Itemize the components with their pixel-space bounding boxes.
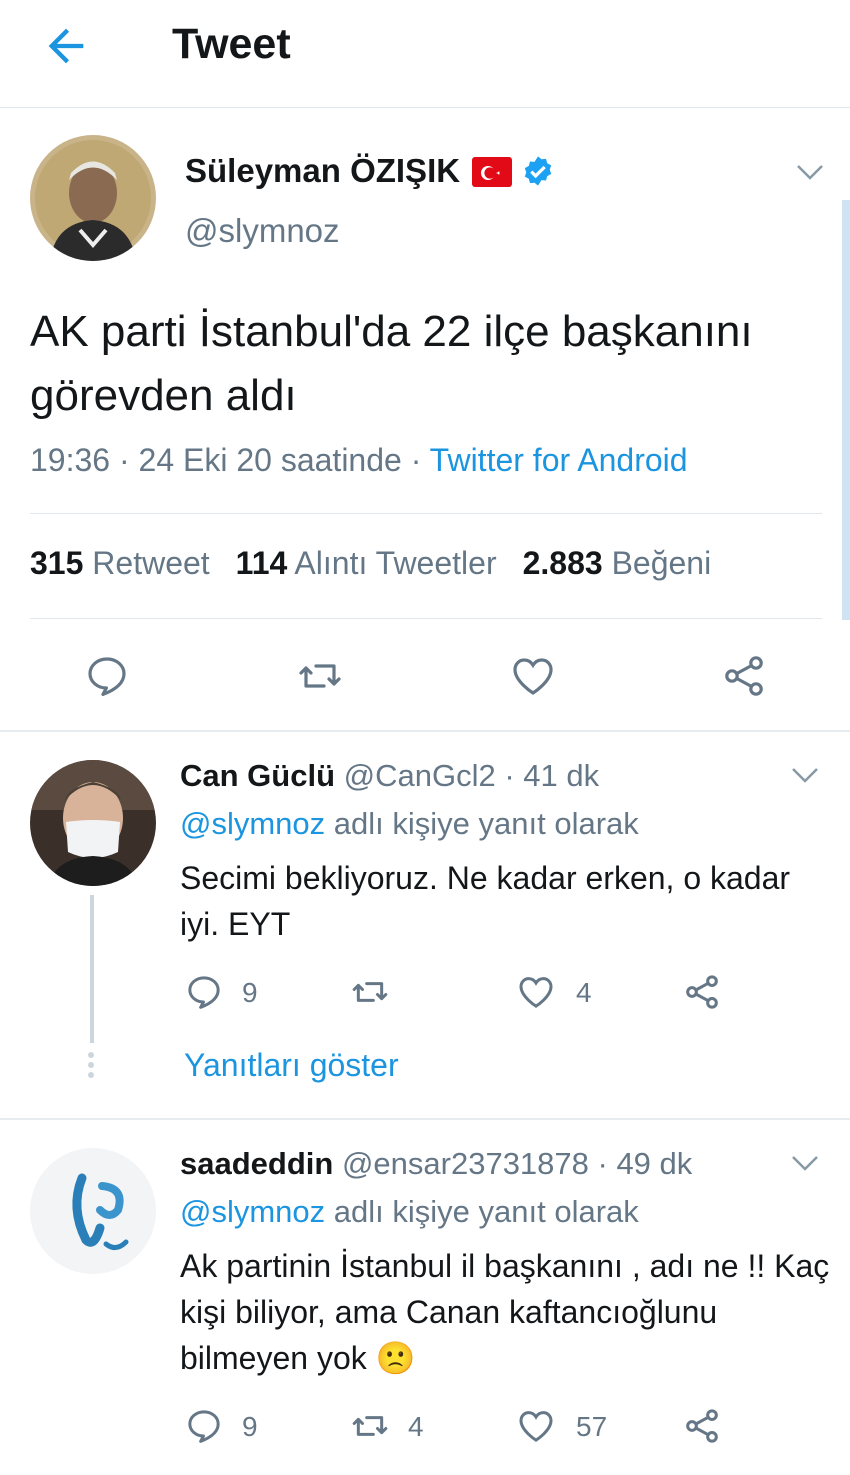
reply-count: 9 (242, 1411, 258, 1442)
reply-context: @slymnoz adlı kişiye yanıt olarak (180, 1194, 639, 1229)
show-replies-link[interactable]: Yanıtları göster (184, 1047, 399, 1084)
reply-author-name[interactable]: saadeddin (180, 1146, 333, 1181)
retweet-stat[interactable]: 315 Retweet (30, 545, 210, 581)
like-heart-icon[interactable] (516, 1406, 556, 1446)
reply-author-avatar[interactable] (30, 1148, 156, 1274)
like-heart-icon[interactable] (516, 972, 556, 1012)
divider (30, 618, 822, 619)
retweet-count: 4 (408, 1411, 424, 1442)
scrollbar[interactable] (842, 200, 850, 620)
reply-handle-time[interactable]: @ensar23731878 · 49 dk (342, 1146, 692, 1181)
divider (30, 513, 822, 514)
retweet-icon[interactable] (296, 652, 344, 700)
share-icon[interactable] (682, 972, 722, 1012)
reply-mention-link[interactable]: @slymnoz (180, 1194, 325, 1229)
share-icon[interactable] (682, 1406, 722, 1446)
turkey-flag-icon (472, 157, 513, 187)
thread-line (90, 895, 94, 1043)
share-icon[interactable] (720, 652, 768, 700)
thread-dots (88, 1052, 96, 1082)
reply-header: saadeddin @ensar23731878 · 49 dk (180, 1146, 692, 1182)
tweet-text: AK parti İstanbul'da 22 ilçe başkanını g… (30, 307, 753, 420)
tweet-source-link[interactable]: Twitter for Android (430, 442, 688, 478)
verified-badge-icon (524, 156, 552, 186)
author-name[interactable]: Süleyman ÖZIŞIK (185, 152, 460, 190)
retweet-icon[interactable] (350, 972, 390, 1012)
section-separator (0, 730, 850, 732)
chevron-down-icon[interactable] (790, 1153, 820, 1173)
retweet-icon[interactable] (350, 1406, 390, 1446)
reply-author-name[interactable]: Can Güclü (180, 758, 335, 793)
author-handle[interactable]: @slymnoz (185, 212, 340, 250)
like-count: 4 (576, 977, 592, 1008)
back-arrow-icon[interactable] (40, 20, 92, 72)
like-stat[interactable]: 2.883 Beğeni (523, 545, 712, 581)
like-heart-icon[interactable] (509, 652, 557, 700)
quote-stat[interactable]: 114 Alıntı Tweetler (236, 545, 497, 581)
reply-icon[interactable] (83, 652, 131, 700)
page-title: Tweet (172, 20, 291, 68)
reply-header: Can Güclü @CanGcl2 · 41 dk (180, 758, 599, 794)
reply-icon[interactable] (184, 1406, 224, 1446)
reply-handle-time[interactable]: @CanGcl2 · 41 dk (344, 758, 599, 793)
like-count: 57 (576, 1411, 608, 1442)
reply-text: Ak partinin İstanbul il başkanını , adı … (180, 1248, 830, 1376)
tweet-stats: 315 Retweet 114 Alıntı Tweetler 2.883 Beğe… (30, 545, 711, 582)
tweet-meta: 19:36 · 24 Eki 20 saatinde · Twitter for… (30, 442, 688, 479)
reply-author-avatar[interactable] (30, 760, 156, 886)
top-bar: Tweet (0, 0, 850, 108)
section-separator (0, 1118, 850, 1120)
chevron-down-icon[interactable] (790, 765, 820, 785)
reply-mention-link[interactable]: @slymnoz (180, 806, 325, 841)
reply-icon[interactable] (184, 972, 224, 1012)
reply-context: @slymnoz adlı kişiye yanıt olarak (180, 806, 639, 841)
author-name-row[interactable]: Süleyman ÖZIŞIK (185, 152, 554, 190)
reply-count: 9 (242, 977, 258, 1008)
author-avatar[interactable] (30, 135, 156, 261)
reply-text: Secimi bekliyoruz. Ne kadar erken, o kad… (180, 860, 791, 942)
tweet-timestamp: 19:36 · 24 Eki 20 saatinde · (30, 442, 430, 478)
chevron-down-icon[interactable] (795, 162, 825, 182)
